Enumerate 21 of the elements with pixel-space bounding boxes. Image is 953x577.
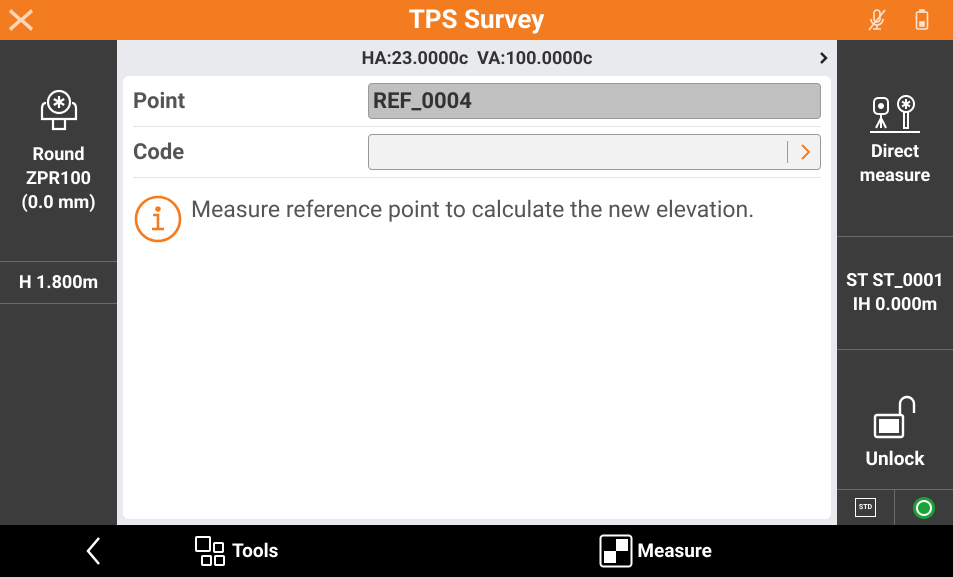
app-logo-icon bbox=[8, 7, 34, 33]
station-info[interactable]: ST ST_0001 IH 0.000m bbox=[837, 237, 953, 350]
angle-readout: HA:23.0000c VA:100.0000c bbox=[362, 46, 592, 70]
info-message: Measure reference point to calculate the new elevation. bbox=[191, 195, 754, 225]
info-icon bbox=[133, 194, 183, 244]
window-title: TPS Survey bbox=[408, 4, 544, 36]
status-light-icon bbox=[912, 496, 936, 520]
chevron-right-icon[interactable] bbox=[819, 51, 829, 65]
direct-measure-button[interactable]: Direct measure bbox=[837, 40, 953, 237]
battery-icon bbox=[915, 9, 929, 31]
field-label: Code bbox=[133, 138, 186, 166]
tools-button[interactable]: Tools bbox=[194, 535, 278, 567]
muted-microphone-icon[interactable] bbox=[867, 8, 887, 32]
code-field[interactable] bbox=[368, 134, 821, 170]
total-station-icon bbox=[868, 94, 922, 136]
back-icon bbox=[85, 536, 101, 566]
unlock-button[interactable]: Unlock bbox=[837, 350, 953, 490]
grid-icon bbox=[194, 535, 228, 567]
checker-icon bbox=[599, 534, 634, 568]
measure-button[interactable]: Measure bbox=[599, 534, 712, 568]
field-label: Point bbox=[133, 88, 186, 116]
